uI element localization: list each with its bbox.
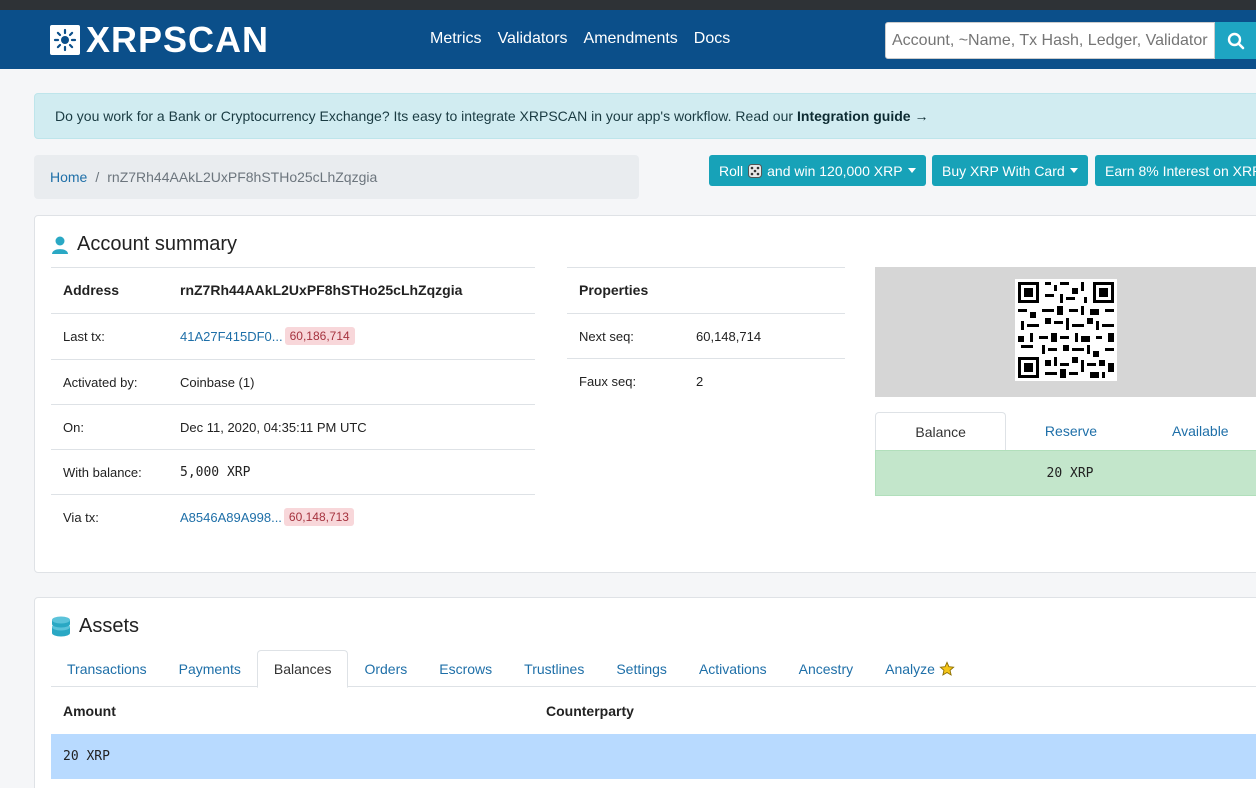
activated-by-link[interactable]: Coinbase (1) <box>180 375 254 390</box>
last-tx-row: Last tx: 41A27F415DF0... 60,186,714 <box>51 313 535 358</box>
tab-activations[interactable]: Activations <box>683 650 783 687</box>
activated-by-row: Activated by: Coinbase (1) <box>51 359 535 404</box>
balances-table-header: Amount Counterparty <box>51 689 1256 733</box>
address-label: Address <box>63 282 120 298</box>
tab-balance[interactable]: Balance <box>875 412 1007 450</box>
browser-top-strip <box>0 0 1256 10</box>
next-seq-row: Next seq: 60,148,714 <box>567 313 845 358</box>
integration-alert: Do you work for a Bank or Cryptocurrency… <box>34 93 1256 139</box>
last-tx-label: Last tx: <box>63 328 105 344</box>
earn-interest-button[interactable]: Earn 8% Interest on XRP <box>1095 155 1256 186</box>
nav-links: Metrics Validators Amendments Docs <box>430 30 730 48</box>
address-row: Address rnZ7Rh44AAkL2UxPF8hSTHo25cLhZqzg… <box>51 267 535 312</box>
tab-trustlines[interactable]: Trustlines <box>508 650 600 687</box>
tab-ancestry[interactable]: Ancestry <box>783 650 869 687</box>
nav-link-validators[interactable]: Validators <box>498 30 568 48</box>
nav-link-docs[interactable]: Docs <box>694 30 730 48</box>
tab-transactions[interactable]: Transactions <box>51 650 163 687</box>
account-summary-header: Account summary <box>51 233 237 256</box>
next-seq-label: Next seq: <box>579 328 634 344</box>
logo-icon <box>50 25 80 55</box>
tab-available[interactable]: Available <box>1136 412 1256 450</box>
tab-balances[interactable]: Balances <box>256 650 349 688</box>
coins-icon <box>52 616 70 636</box>
tab-payments[interactable]: Payments <box>163 650 257 687</box>
qr-code-image <box>1015 279 1117 381</box>
properties-label: Properties <box>579 282 649 298</box>
breadcrumb: Home / rnZ7Rh44AAkL2UxPF8hSTHo25cLhZqzgi… <box>34 155 639 199</box>
last-tx-link[interactable]: 41A27F415DF0... <box>180 329 283 344</box>
on-row: On: Dec 11, 2020, 04:35:11 PM UTC <box>51 404 535 449</box>
activated-by-label: Activated by: <box>63 374 138 390</box>
search-input[interactable] <box>885 22 1215 59</box>
faux-seq-value: 2 <box>696 373 704 389</box>
on-label: On: <box>63 419 84 435</box>
assets-tabs: Transactions Payments Balances Orders Es… <box>51 650 1256 688</box>
tab-escrows[interactable]: Escrows <box>423 650 508 687</box>
search-icon <box>1227 32 1244 49</box>
via-tx-ledger-badge[interactable]: 60,148,713 <box>283 508 354 526</box>
roll-label: Roll <box>719 162 744 179</box>
table-row[interactable]: 20 XRP <box>51 734 1256 779</box>
assets-header: Assets <box>51 615 139 638</box>
via-tx-link[interactable]: A8546A89A998... <box>180 510 282 525</box>
with-balance-label: With balance: <box>63 464 142 480</box>
properties-table: Properties Next seq: 60,148,714 Faux seq… <box>567 267 845 407</box>
balance-tabs: Balance Reserve Available <box>875 412 1256 450</box>
via-tx-label: Via tx: <box>63 509 99 525</box>
breadcrumb-current: rnZ7Rh44AAkL2UxPF8hSTHo25cLhZqzgia <box>107 169 378 185</box>
caret-down-icon <box>907 168 916 173</box>
account-details-table: Address rnZ7Rh44AAkL2UxPF8hSTHo25cLhZqzg… <box>51 267 535 547</box>
tab-settings[interactable]: Settings <box>600 650 683 687</box>
integration-guide-link[interactable]: Integration guide → <box>797 108 928 124</box>
breadcrumb-home[interactable]: Home <box>50 169 87 185</box>
alert-text: Do you work for a Bank or Cryptocurrency… <box>55 108 794 124</box>
via-tx-row: Via tx: A8546A89A998... 60,148,713 <box>51 494 535 539</box>
roll-suffix: and win 120,000 XRP <box>767 162 903 179</box>
caret-down-icon <box>1069 168 1078 173</box>
activation-date: Dec 11, 2020, 04:35:11 PM UTC <box>180 419 367 435</box>
logo[interactable]: XRPSCAN <box>50 19 270 60</box>
star-icon <box>939 660 955 676</box>
breadcrumb-separator: / <box>95 169 100 185</box>
column-amount: Amount <box>63 703 116 719</box>
last-tx-ledger-badge[interactable]: 60,186,714 <box>284 327 355 345</box>
tab-analyze-label: Analyze <box>885 660 935 677</box>
faux-seq-row: Faux seq: 2 <box>567 358 845 403</box>
roll-dropdown-button[interactable]: Roll and win 120,000 XRP <box>709 155 926 186</box>
with-balance-row: With balance: 5,000 XRP <box>51 449 535 494</box>
address-value[interactable]: rnZ7Rh44AAkL2UxPF8hSTHo25cLhZqzgia <box>180 282 462 298</box>
navbar: XRPSCAN Metrics Validators Amendments Do… <box>0 10 1256 69</box>
with-balance-value: 5,000 XRP <box>180 464 251 480</box>
buy-xrp-button[interactable]: Buy XRP With Card <box>932 155 1088 186</box>
row-amount: 20 XRP <box>63 749 110 764</box>
logo-text: XRPSCAN <box>86 19 270 60</box>
account-summary-title: Account summary <box>77 233 238 255</box>
assets-title: Assets <box>79 615 140 637</box>
assets-card: Assets Transactions Payments Balances Or… <box>34 597 1256 788</box>
column-counterparty: Counterparty <box>546 703 634 719</box>
nav-link-metrics[interactable]: Metrics <box>430 30 482 48</box>
user-icon <box>52 236 68 254</box>
tab-reserve[interactable]: Reserve <box>1006 412 1135 450</box>
tab-orders[interactable]: Orders <box>348 650 423 687</box>
account-summary-card: Account summary Address rnZ7Rh44AAkL2UxP… <box>34 215 1256 573</box>
qr-code-panel <box>875 267 1256 397</box>
balance-value: 20 XRP <box>875 450 1256 496</box>
search-button[interactable] <box>1215 22 1256 59</box>
tab-analyze[interactable]: Analyze <box>869 650 971 687</box>
nav-link-amendments[interactable]: Amendments <box>584 30 678 48</box>
dice-icon <box>748 163 763 178</box>
earn-interest-label: Earn 8% Interest on XRP <box>1105 162 1256 179</box>
properties-header-row: Properties <box>567 267 845 312</box>
next-seq-value: 60,148,714 <box>696 328 762 344</box>
faux-seq-label: Faux seq: <box>579 373 637 389</box>
buy-xrp-label: Buy XRP With Card <box>942 162 1065 179</box>
